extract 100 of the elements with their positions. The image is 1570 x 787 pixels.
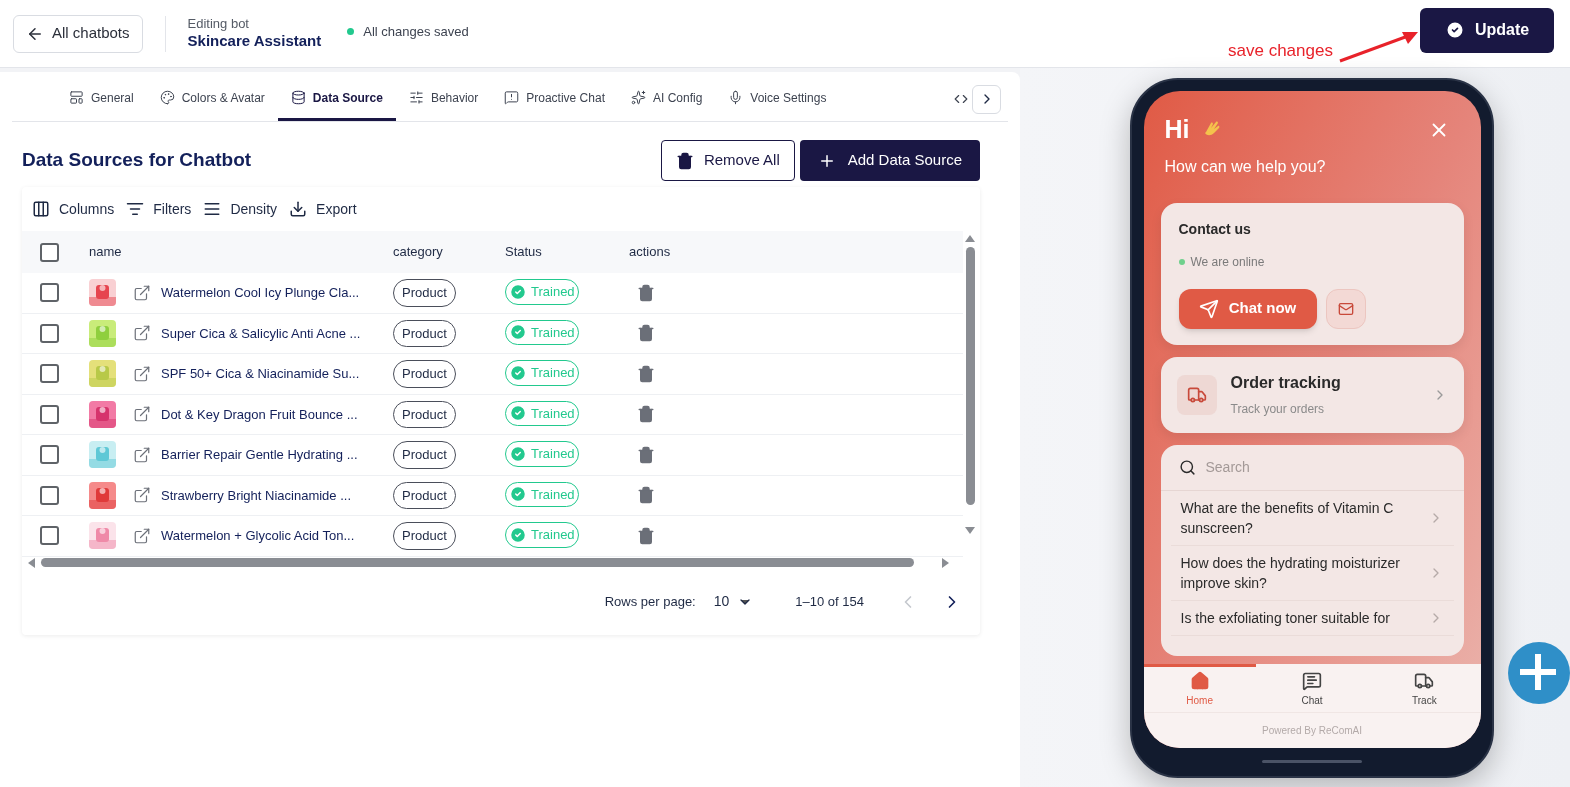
columns-icon xyxy=(32,200,50,218)
truck-icon xyxy=(1414,671,1435,691)
checkbox[interactable] xyxy=(40,242,59,262)
external-link-icon[interactable] xyxy=(133,445,151,464)
back-button[interactable]: All chatbots xyxy=(13,14,143,53)
tab[interactable]: AI Config xyxy=(617,77,716,121)
checkbox[interactable] xyxy=(40,445,59,465)
check-circle-icon xyxy=(509,282,527,301)
bot-name: Skincare Assistant xyxy=(187,32,322,51)
column-header: actions xyxy=(629,243,671,262)
faq-question: What are the benefits of Vitamin C sunscreen? xyxy=(1180,498,1395,538)
card-title: Contact us xyxy=(1178,219,1252,239)
check-circle-icon xyxy=(509,323,527,342)
faq-item[interactable]: What are the benefits of Vitamin C sunscreen? xyxy=(1170,490,1454,546)
delete-icon[interactable] xyxy=(637,405,655,424)
check-circle-icon xyxy=(509,404,527,423)
powered-by: Powered By ReComAI xyxy=(1143,712,1481,748)
greeting: Hi xyxy=(1164,114,1190,145)
update-button[interactable]: Update xyxy=(1420,7,1554,53)
faq-question: Is the exfoliating toner suitable for xyxy=(1180,608,1391,628)
order-tracking-card[interactable]: Order tracking Track your orders xyxy=(1160,356,1464,433)
tab[interactable]: Data Source xyxy=(277,77,396,121)
layout-icon xyxy=(69,90,84,105)
external-link-icon[interactable] xyxy=(133,324,151,343)
checkbox[interactable] xyxy=(40,283,59,303)
nav-tab[interactable]: Chat xyxy=(1255,664,1369,712)
checkbox[interactable] xyxy=(40,526,59,546)
toolbar-button[interactable]: Columns xyxy=(32,198,115,220)
checkbox[interactable] xyxy=(40,323,59,343)
trash-icon xyxy=(675,151,694,170)
table-cell-text: Watermelon + Glycolic Acid Ton... xyxy=(161,527,355,545)
toolbar-button[interactable]: Filters xyxy=(126,198,192,220)
send-icon xyxy=(1198,298,1219,319)
delete-icon[interactable] xyxy=(637,486,655,505)
external-link-icon[interactable] xyxy=(133,486,151,505)
filter-icon xyxy=(126,200,145,218)
check-circle-icon xyxy=(509,525,527,544)
delete-icon[interactable] xyxy=(637,364,655,383)
check-circle-icon xyxy=(509,363,527,382)
rows-per-page-select[interactable]: 10 xyxy=(713,591,754,612)
tab[interactable]: General xyxy=(56,77,147,121)
category-tag: Product xyxy=(393,481,456,509)
section-title: Data Sources for Chatbot xyxy=(22,148,252,173)
card-title: Order tracking xyxy=(1230,373,1342,393)
column-header: Status xyxy=(505,243,543,262)
search-icon xyxy=(1178,458,1196,476)
code-icon[interactable] xyxy=(954,92,968,106)
logo-icon[interactable] xyxy=(1508,642,1570,704)
checkbox[interactable] xyxy=(40,364,59,384)
search-field[interactable]: Search xyxy=(1205,456,1446,478)
external-link-icon[interactable] xyxy=(133,283,151,302)
external-link-icon[interactable] xyxy=(133,405,151,424)
faq-item[interactable]: Is the exfoliating toner suitable for xyxy=(1170,600,1454,636)
sliders-icon xyxy=(408,90,424,105)
chat-bubble-icon xyxy=(1302,671,1322,691)
tab[interactable]: Colors & Avatar xyxy=(146,77,278,121)
check-circle-icon xyxy=(509,444,527,463)
sparkles-icon xyxy=(630,90,646,105)
category-tag: Product xyxy=(393,400,456,428)
delete-icon[interactable] xyxy=(637,526,655,545)
external-link-icon[interactable] xyxy=(133,364,151,383)
tab[interactable]: Behavior xyxy=(395,77,492,121)
table-cell-text: Watermelon Cool Icy Plunge Cla... xyxy=(161,284,360,302)
palette-icon xyxy=(159,90,175,105)
toolbar-button[interactable]: Export xyxy=(289,198,357,220)
nav-tab[interactable]: Track xyxy=(1368,664,1481,712)
tab[interactable]: Proactive Chat xyxy=(491,77,618,121)
column-header: category xyxy=(393,243,444,262)
checkbox[interactable] xyxy=(40,485,59,505)
email-button[interactable] xyxy=(1325,288,1366,329)
download-icon xyxy=(289,200,308,218)
chat-now-button[interactable]: Chat now xyxy=(1178,288,1317,329)
toolbar-button[interactable]: Density xyxy=(203,198,278,220)
tab[interactable]: Voice Settings xyxy=(715,77,840,121)
checkbox[interactable] xyxy=(40,404,59,424)
column-header: name xyxy=(89,243,123,262)
message-alert-icon xyxy=(504,90,520,105)
mail-icon xyxy=(1337,300,1354,317)
delete-icon[interactable] xyxy=(637,445,655,464)
database-icon xyxy=(290,90,306,105)
faq-question: How does the hydrating moisturizer improve skin? xyxy=(1180,553,1401,593)
home-icon xyxy=(1189,671,1210,691)
density-icon xyxy=(203,200,222,218)
check-circle-icon xyxy=(1444,20,1465,40)
rows-per-page-label: Rows per page: xyxy=(604,592,696,611)
table-cell-text: Barrier Repair Gentle Hydrating ... xyxy=(161,446,358,464)
external-link-icon[interactable] xyxy=(133,526,151,545)
delete-icon[interactable] xyxy=(637,324,655,343)
annotation-text: save changes xyxy=(1228,40,1333,62)
add-data-source-button[interactable]: Add Data Source xyxy=(799,140,980,181)
editing-label: Editing bot xyxy=(187,16,250,33)
page-range: 1–10 of 154 xyxy=(795,592,864,611)
table-cell-text: Strawberry Bright Niacinamide ... xyxy=(161,486,351,505)
delete-icon[interactable] xyxy=(637,283,655,302)
remove-all-button[interactable]: Remove All xyxy=(660,140,795,181)
online-status: We are online xyxy=(1190,253,1265,271)
table-cell-text: SPF 50+ Cica & Niacinamide Su... xyxy=(161,365,360,383)
faq-item[interactable]: How does the hydrating moisturizer improve skin? xyxy=(1170,545,1454,601)
card-subtitle: Track your orders xyxy=(1230,401,1326,418)
table-cell-text: Dot & Key Dragon Fruit Bounce ... xyxy=(161,405,358,424)
